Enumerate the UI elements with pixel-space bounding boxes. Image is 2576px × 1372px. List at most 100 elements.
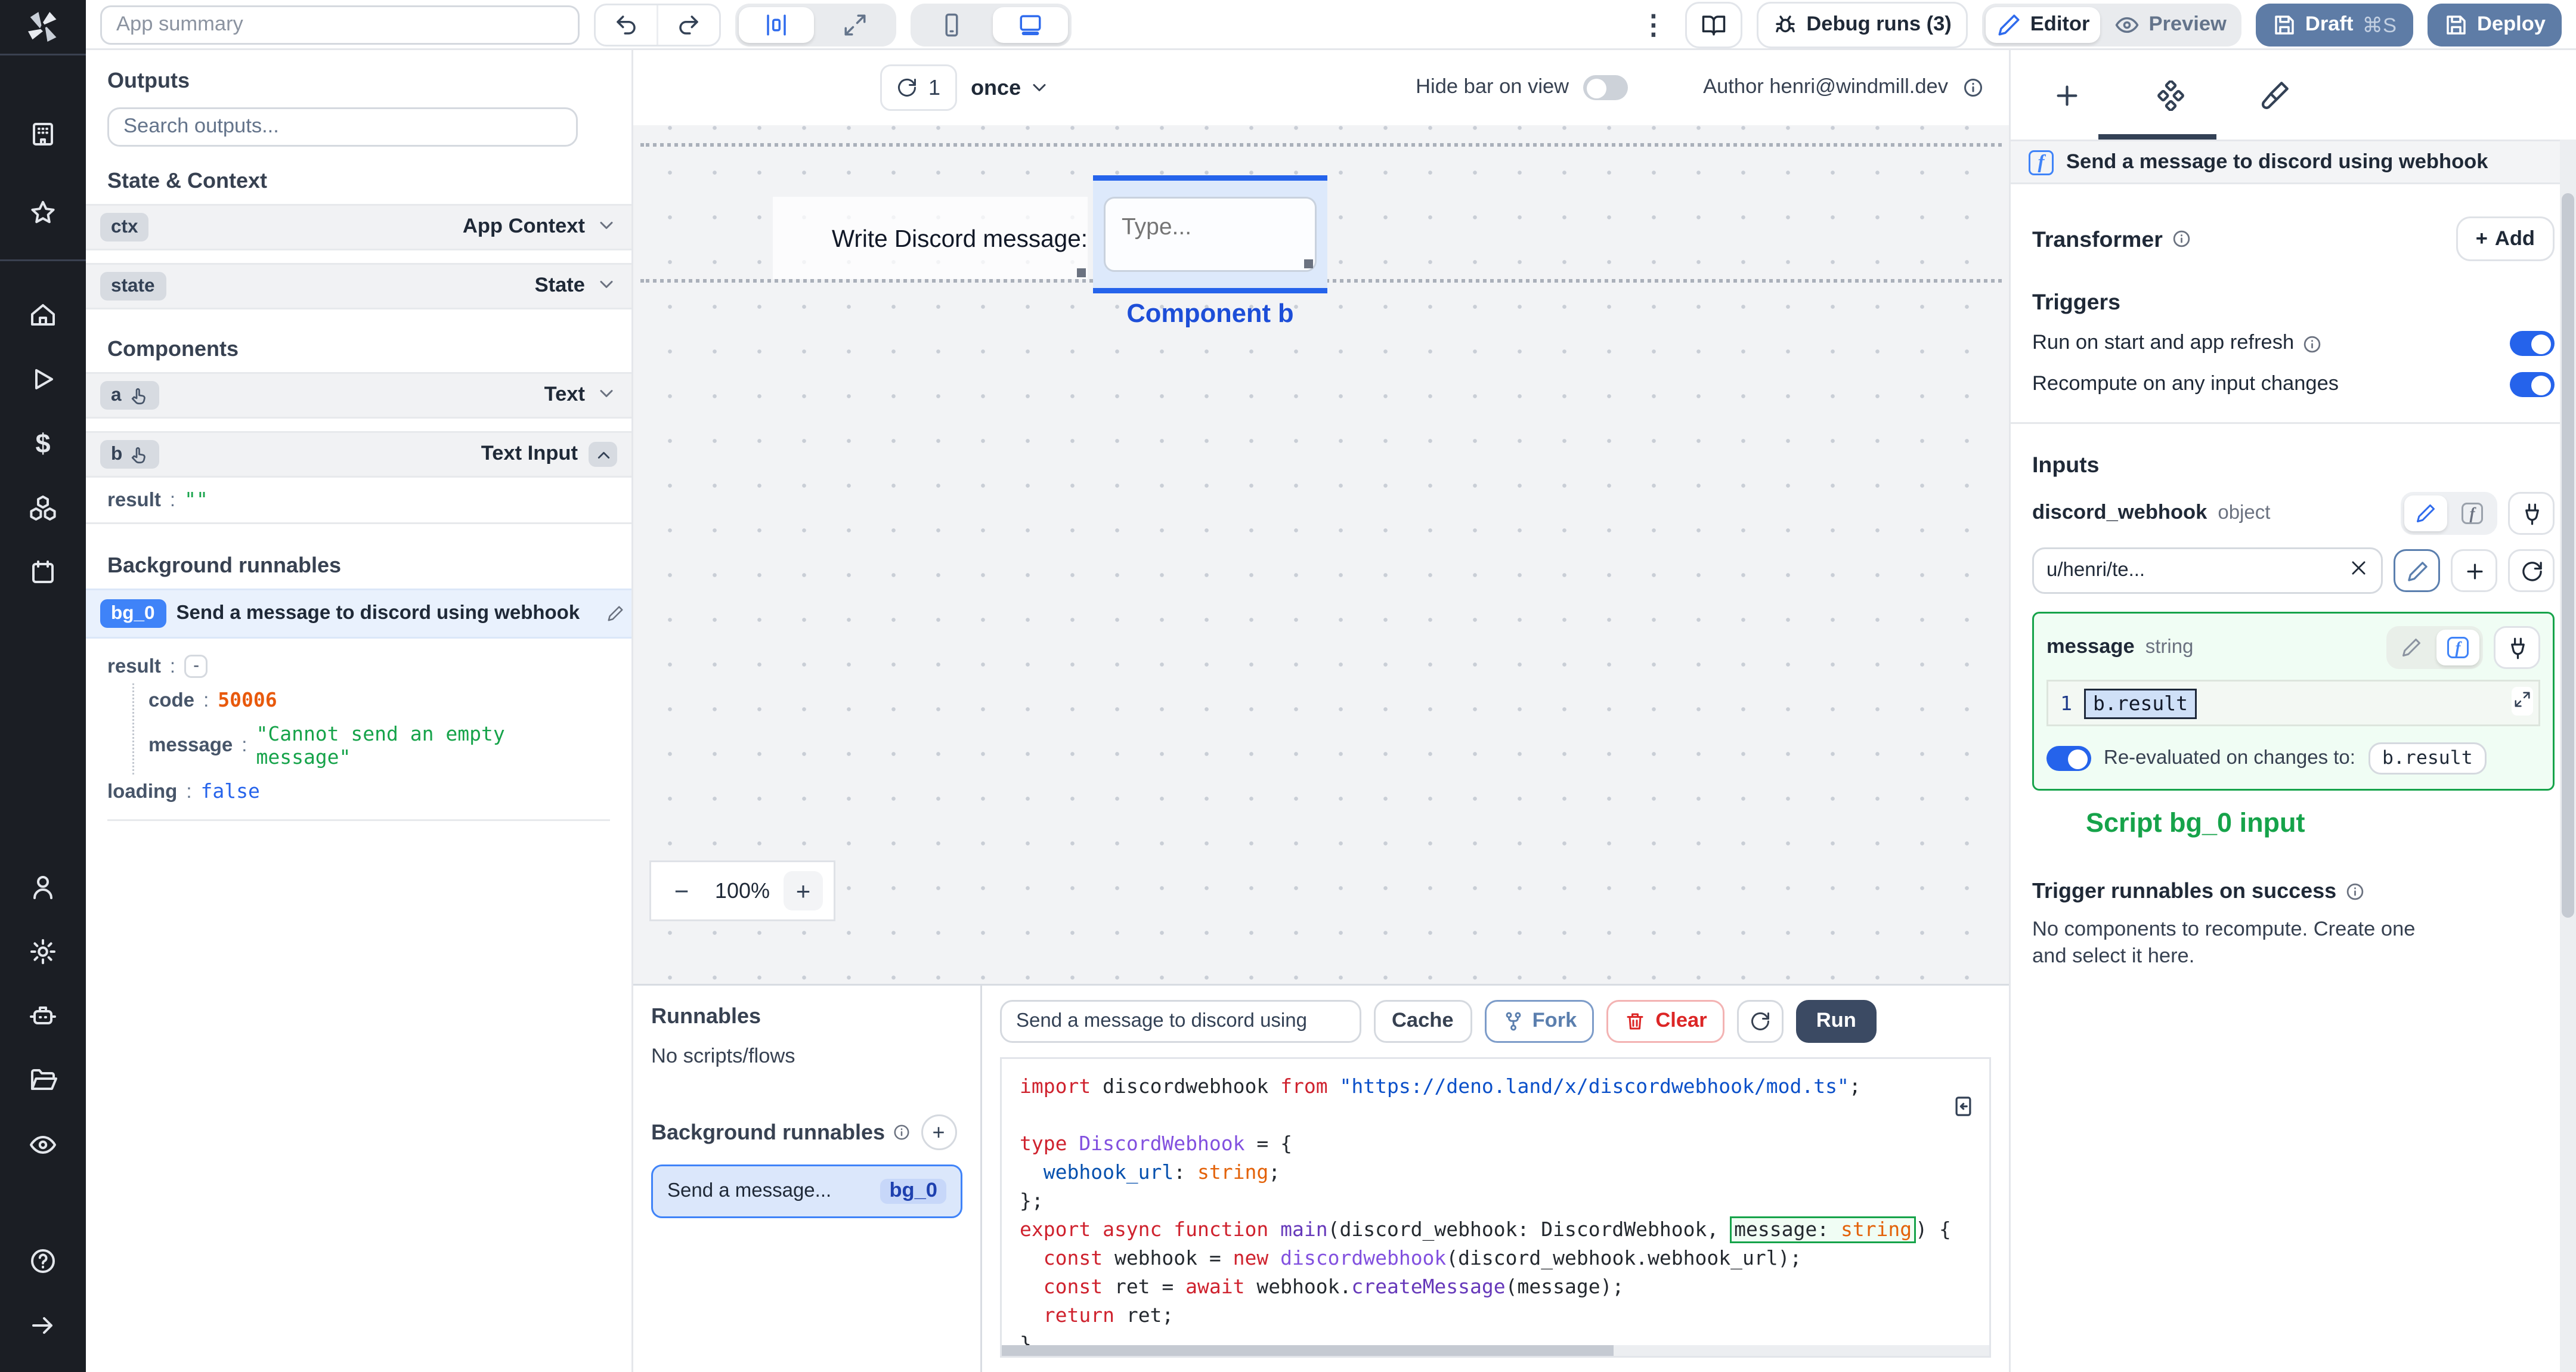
component-settings-panel: f Send a message to discord using webhoo…: [2009, 50, 2576, 1372]
resize-handle[interactable]: [1304, 259, 1313, 268]
clear-resource-icon[interactable]: [2349, 558, 2368, 583]
app-summary-input[interactable]: [100, 4, 580, 44]
output-row-state[interactable]: state State: [86, 263, 631, 309]
sidebar-collapse-button[interactable]: [0, 1293, 86, 1358]
expression-editor[interactable]: 1 b.result: [2046, 680, 2540, 726]
add-resource-button[interactable]: [2451, 549, 2497, 592]
sidebar-item-favorites[interactable]: [0, 181, 86, 245]
background-runnable-row[interactable]: bg_0 Send a message to discord using web…: [86, 589, 631, 639]
sidebar-item-folders[interactable]: [0, 1048, 86, 1113]
tab-insert[interactable]: [2039, 68, 2093, 122]
book-icon: [1701, 12, 1726, 37]
fork-button[interactable]: Fork: [1484, 1000, 1595, 1043]
component-row-a[interactable]: a Text: [86, 372, 631, 419]
draft-button[interactable]: Draft ⌘S: [2255, 2, 2413, 46]
text-input-b[interactable]: [1104, 197, 1317, 272]
redo-button[interactable]: [657, 4, 719, 44]
code-editor[interactable]: import discordwebhook from "https://deno…: [1000, 1057, 1991, 1358]
chevron-down-icon[interactable]: [596, 382, 617, 409]
clear-button[interactable]: Clear: [1607, 1000, 1725, 1043]
bug-icon: [1772, 12, 1797, 37]
zoom-out-button[interactable]: −: [662, 871, 701, 910]
desktop-view-toggle[interactable]: [993, 6, 1068, 42]
tab-settings-active[interactable]: [2143, 68, 2197, 122]
textinput-component-b-selected[interactable]: [1093, 175, 1327, 293]
sidebar-item-resources[interactable]: [0, 476, 86, 540]
pencil-icon: [2405, 559, 2429, 583]
tab-editor[interactable]: Editor: [1985, 6, 2101, 42]
info-icon[interactable]: [2345, 881, 2365, 901]
deploy-button[interactable]: Deploy: [2426, 2, 2562, 46]
sidebar-item-home[interactable]: [0, 283, 86, 347]
refresh-count-button[interactable]: 1: [880, 64, 957, 111]
eval-mode-button[interactable]: f: [2451, 495, 2494, 531]
info-icon[interactable]: [1962, 77, 1984, 98]
sidebar-item-schedules[interactable]: [0, 540, 86, 605]
schedule-dropdown[interactable]: once: [971, 75, 1049, 100]
debug-runs-button[interactable]: Debug runs (3): [1756, 1, 1968, 48]
type-input[interactable]: [1122, 213, 1299, 240]
sidebar-item-settings[interactable]: [0, 919, 86, 984]
chevron-up-icon[interactable]: [589, 442, 617, 467]
horizontal-scrollbar[interactable]: [1002, 1345, 1989, 1356]
expression-value[interactable]: b.result: [2084, 687, 2197, 718]
sidebar-item-workspace[interactable]: [0, 102, 86, 166]
zoom-in-button[interactable]: +: [784, 871, 823, 910]
chevron-down-icon[interactable]: [596, 273, 617, 300]
undo-button[interactable]: [596, 5, 657, 44]
refresh-resource-button[interactable]: [2508, 549, 2555, 592]
windmill-logo-icon[interactable]: [0, 0, 86, 54]
expand-editor-icon[interactable]: [2512, 687, 2533, 716]
more-menu-button[interactable]: ⋮: [1636, 8, 1670, 41]
connect-input-button[interactable]: [2494, 626, 2540, 669]
copy-icon[interactable]: [1952, 1095, 1975, 1118]
add-background-runnable-button[interactable]: +: [921, 1114, 957, 1150]
collapse-toggle[interactable]: -: [184, 655, 209, 678]
script-editor: Cache Fork Clear Run import discordwebho…: [982, 986, 2009, 1372]
sidebar-item-runs[interactable]: [0, 347, 86, 411]
fullscreen-layout-toggle[interactable]: [818, 7, 893, 42]
resource-picker[interactable]: u/henri/te...: [2032, 547, 2383, 594]
search-outputs-input[interactable]: [107, 107, 578, 147]
reeval-toggle[interactable]: [2046, 746, 2091, 771]
reeval-badge[interactable]: b.result: [2367, 742, 2487, 775]
eval-mode-button[interactable]: f: [2436, 630, 2479, 665]
background-runnable-item-selected[interactable]: Send a message... bg_0: [651, 1165, 962, 1218]
sidebar-item-variables[interactable]: $: [0, 411, 86, 476]
pencil-icon[interactable]: [606, 605, 624, 622]
triggers-title: Triggers: [2032, 290, 2120, 315]
component-row-b[interactable]: b Text Input: [86, 431, 631, 478]
info-icon[interactable]: [892, 1123, 910, 1141]
center-layout-toggle[interactable]: [739, 6, 814, 42]
run-on-start-toggle[interactable]: [2510, 331, 2555, 356]
sidebar-item-audit[interactable]: [0, 1113, 86, 1177]
static-mode-button[interactable]: [2390, 630, 2433, 665]
edit-resource-button[interactable]: [2394, 549, 2440, 592]
mobile-view-toggle[interactable]: [914, 7, 989, 42]
output-row-ctx[interactable]: ctx App Context: [86, 204, 631, 250]
app-canvas[interactable]: Write Discord message: Component b − 100…: [633, 125, 2009, 986]
info-icon[interactable]: [2303, 334, 2323, 354]
sidebar-item-users[interactable]: [0, 855, 86, 919]
tab-theme[interactable]: [2247, 68, 2301, 122]
sidebar-item-help[interactable]: [0, 1229, 86, 1293]
chevron-down-icon[interactable]: [596, 214, 617, 241]
cache-button[interactable]: Cache: [1374, 1000, 1472, 1043]
connect-input-button[interactable]: [2508, 492, 2555, 535]
script-name-input[interactable]: [1000, 1000, 1361, 1043]
sidebar-item-workers[interactable]: [0, 984, 86, 1048]
vertical-scrollbar[interactable]: [2560, 140, 2576, 1372]
hide-bar-toggle[interactable]: [1583, 75, 1628, 100]
static-mode-button[interactable]: [2404, 495, 2447, 531]
loading-value: false: [200, 780, 260, 803]
docs-button[interactable]: [1685, 1, 1742, 48]
run-button[interactable]: Run: [1796, 1000, 1876, 1043]
recompute-toggle[interactable]: [2510, 372, 2555, 397]
reload-script-button[interactable]: [1737, 1000, 1784, 1043]
add-transformer-button[interactable]: + Add: [2456, 216, 2555, 261]
info-icon[interactable]: [2172, 229, 2191, 249]
resize-handle[interactable]: [1077, 268, 1086, 277]
result-key: result: [107, 489, 161, 511]
tab-preview[interactable]: Preview: [2104, 7, 2237, 42]
text-component-a[interactable]: Write Discord message:: [773, 197, 1088, 279]
